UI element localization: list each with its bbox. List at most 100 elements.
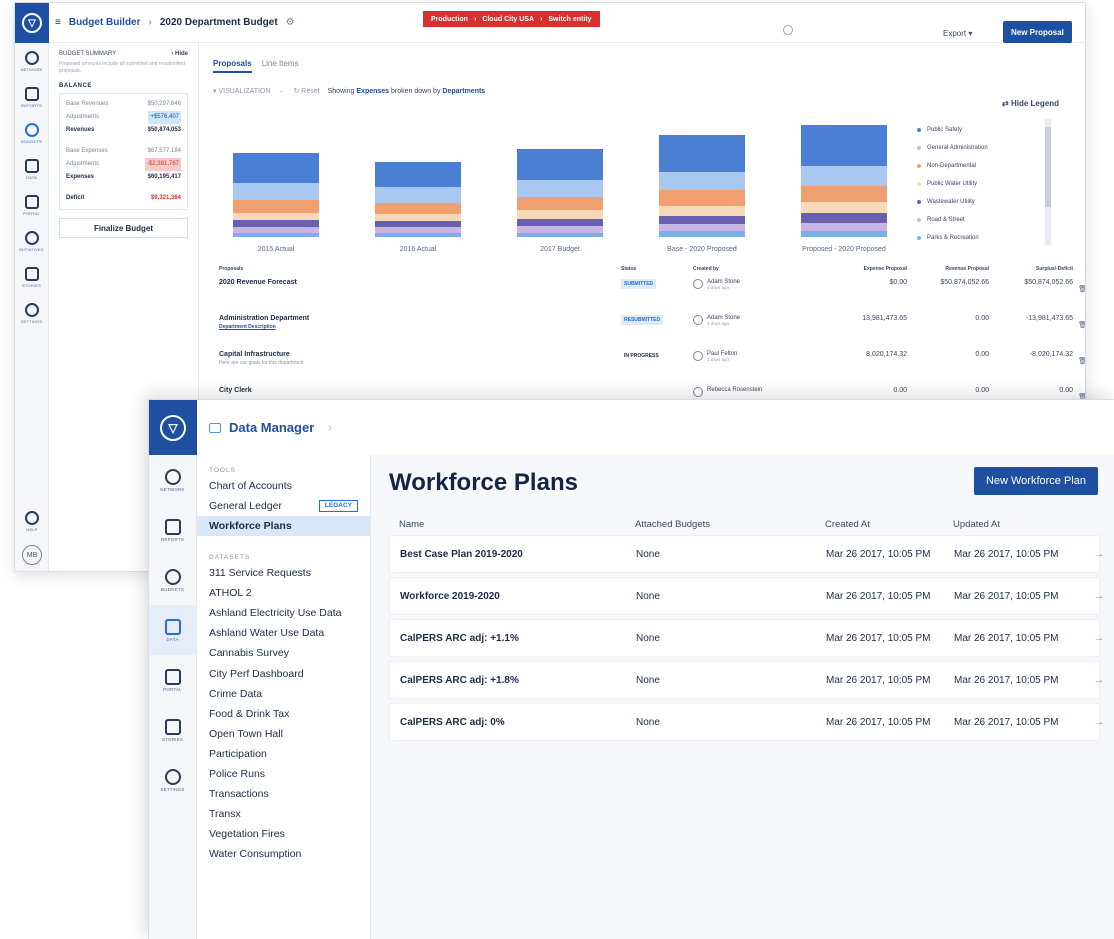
hide-summary-button[interactable]: ‹ Hide bbox=[171, 51, 188, 57]
legend-scrollbar[interactable] bbox=[1045, 119, 1051, 245]
bar-segment[interactable] bbox=[801, 125, 887, 167]
bar-segment[interactable] bbox=[375, 214, 461, 222]
rail-stories[interactable]: STORIES bbox=[15, 259, 48, 295]
bar-segment[interactable] bbox=[801, 231, 887, 237]
sidebar-item-dataset[interactable]: 311 Service Requests bbox=[197, 563, 370, 583]
table-row[interactable]: 2020 Revenue Forecast SUBMITTED Adam Stone… bbox=[219, 275, 1085, 311]
visualization-toggle[interactable]: ▾ VISUALIZATION bbox=[213, 87, 270, 95]
bar-segment[interactable] bbox=[517, 149, 603, 181]
breadcrumb-app[interactable]: Budget Builder bbox=[69, 17, 141, 28]
bar-segment[interactable] bbox=[233, 212, 319, 221]
arrow-right-icon[interactable]: → bbox=[1084, 548, 1114, 560]
sidebar-item-dataset[interactable]: Crime Data bbox=[197, 684, 370, 704]
trash-icon[interactable]: 🗑 bbox=[1073, 351, 1085, 365]
bar-segment[interactable] bbox=[801, 201, 887, 213]
rail-portal[interactable]: PORTAL bbox=[15, 187, 48, 223]
sidebar-item-workforce-plans[interactable]: Workforce Plans bbox=[197, 516, 370, 537]
rail-settings[interactable]: SETTINGS bbox=[15, 295, 48, 331]
settings-gear-icon[interactable]: ⚙ bbox=[286, 17, 295, 28]
col-header-attached-budgets[interactable]: Attached Budgets bbox=[635, 519, 825, 530]
back-arrow-icon[interactable]: ← bbox=[278, 88, 285, 95]
legend-item[interactable]: Public Water Utility bbox=[917, 175, 988, 193]
rail-budgets[interactable]: BUDGETS bbox=[149, 555, 196, 605]
bar-segment[interactable] bbox=[517, 218, 603, 226]
switch-entity-link[interactable]: Switch entity bbox=[548, 16, 591, 23]
table-row[interactable]: Administration Department Department Desc… bbox=[219, 311, 1085, 347]
col-header[interactable]: Revenue Proposal bbox=[907, 266, 989, 272]
sidebar-item-dataset[interactable]: Cannabis Survey bbox=[197, 643, 370, 663]
vis-measure[interactable]: Expenses bbox=[356, 88, 389, 95]
trash-icon[interactable]: 🗑 bbox=[1073, 315, 1085, 329]
search-icon[interactable] bbox=[783, 25, 793, 35]
bar-segment[interactable] bbox=[801, 166, 887, 186]
rail-reports[interactable]: REPORTS bbox=[15, 79, 48, 115]
rail-reports[interactable]: REPORTS bbox=[149, 505, 196, 555]
bar-segment[interactable] bbox=[659, 134, 745, 172]
finalize-budget-button[interactable]: Finalize Budget bbox=[59, 218, 188, 238]
bar-stack[interactable] bbox=[517, 149, 603, 237]
sidebar-item-dataset[interactable]: City Perf Dashboard bbox=[197, 664, 370, 684]
rail-budgets[interactable]: BUDGETS bbox=[15, 115, 48, 151]
new-proposal-button[interactable]: New Proposal bbox=[1003, 21, 1072, 43]
sidebar-item-dataset[interactable]: Police Runs bbox=[197, 764, 370, 784]
bar-segment[interactable] bbox=[659, 205, 745, 216]
rail-data[interactable]: DATA bbox=[15, 151, 48, 187]
col-header-created-at[interactable]: Created At bbox=[825, 519, 953, 530]
bar-segment[interactable] bbox=[233, 183, 319, 201]
table-row[interactable]: Capital Infrastructure Here are our goals… bbox=[219, 347, 1085, 383]
scroll-thumb[interactable] bbox=[1045, 127, 1051, 207]
arrow-right-icon[interactable]: → bbox=[1084, 632, 1114, 644]
arrow-right-icon[interactable]: → bbox=[1084, 674, 1114, 686]
bar-segment[interactable] bbox=[517, 232, 603, 237]
proposal-name[interactable]: Capital Infrastructure bbox=[219, 351, 621, 358]
bar-segment[interactable] bbox=[801, 212, 887, 223]
col-header-updated-at[interactable]: Updated At bbox=[953, 519, 1083, 530]
col-header[interactable]: Created by bbox=[693, 266, 817, 272]
bar-segment[interactable] bbox=[233, 232, 319, 237]
bar-segment[interactable] bbox=[517, 225, 603, 233]
sidebar-item-chart-of-accounts[interactable]: Chart of Accounts bbox=[197, 476, 370, 496]
col-header[interactable]: Proposals bbox=[219, 266, 621, 272]
bar-segment[interactable] bbox=[375, 203, 461, 215]
bar-segment[interactable] bbox=[375, 187, 461, 204]
vis-dimension[interactable]: Departments bbox=[442, 88, 485, 95]
sidebar-item-dataset[interactable]: Transactions bbox=[197, 784, 370, 804]
sidebar-item-dataset[interactable]: ATHOL 2 bbox=[197, 583, 370, 603]
trash-icon[interactable]: 🗑 bbox=[1073, 279, 1085, 293]
sidebar-item-dataset[interactable]: Water Consumption bbox=[197, 844, 370, 864]
rail-settings[interactable]: SETTINGS bbox=[149, 755, 196, 805]
rail-portal[interactable]: PORTAL bbox=[149, 655, 196, 705]
bar-segment[interactable] bbox=[517, 197, 603, 211]
arrow-right-icon[interactable]: → bbox=[1084, 716, 1114, 728]
bar-stack[interactable] bbox=[233, 153, 319, 237]
table-row[interactable]: Best Case Plan 2019-2020 None Mar 26 2017,… bbox=[389, 535, 1105, 573]
bar-segment[interactable] bbox=[517, 210, 603, 219]
col-header[interactable]: Surplus/-Deficit bbox=[989, 266, 1073, 272]
table-row[interactable]: Workforce 2019-2020 None Mar 26 2017, 10:0… bbox=[389, 577, 1105, 615]
bar-segment[interactable] bbox=[375, 161, 461, 188]
bar-segment[interactable] bbox=[375, 232, 461, 237]
rail-help[interactable]: HELP bbox=[15, 503, 49, 539]
bar-segment[interactable] bbox=[233, 220, 319, 228]
sidebar-item-dataset[interactable]: Food & Drink Tax bbox=[197, 704, 370, 724]
arrow-right-icon[interactable]: → bbox=[1084, 590, 1114, 602]
sidebar-item-dataset[interactable]: Transx bbox=[197, 804, 370, 824]
bar-segment[interactable] bbox=[233, 200, 319, 213]
reset-button[interactable]: ↻ Reset bbox=[293, 87, 319, 95]
app-logo[interactable]: ▽ bbox=[15, 3, 49, 43]
bar-segment[interactable] bbox=[233, 153, 319, 184]
legend-item[interactable]: Wastewater Utility bbox=[917, 193, 988, 211]
bar-stack[interactable] bbox=[375, 161, 461, 237]
bar-segment[interactable] bbox=[659, 231, 745, 237]
rail-data[interactable]: DATA bbox=[149, 605, 196, 655]
avatar[interactable]: MB bbox=[22, 545, 42, 565]
sidebar-item-dataset[interactable]: Ashland Water Use Data bbox=[197, 623, 370, 643]
bar-segment[interactable] bbox=[659, 190, 745, 206]
bar-segment[interactable] bbox=[659, 215, 745, 225]
app-logo[interactable]: ▽ bbox=[149, 400, 197, 455]
rail-network[interactable]: NETWORK bbox=[15, 43, 48, 79]
bar-segment[interactable] bbox=[801, 186, 887, 202]
sidebar-item-dataset[interactable]: Participation bbox=[197, 744, 370, 764]
legend-item[interactable]: General Administration bbox=[917, 139, 988, 157]
tab-line-items[interactable]: Line Items bbox=[262, 59, 299, 73]
